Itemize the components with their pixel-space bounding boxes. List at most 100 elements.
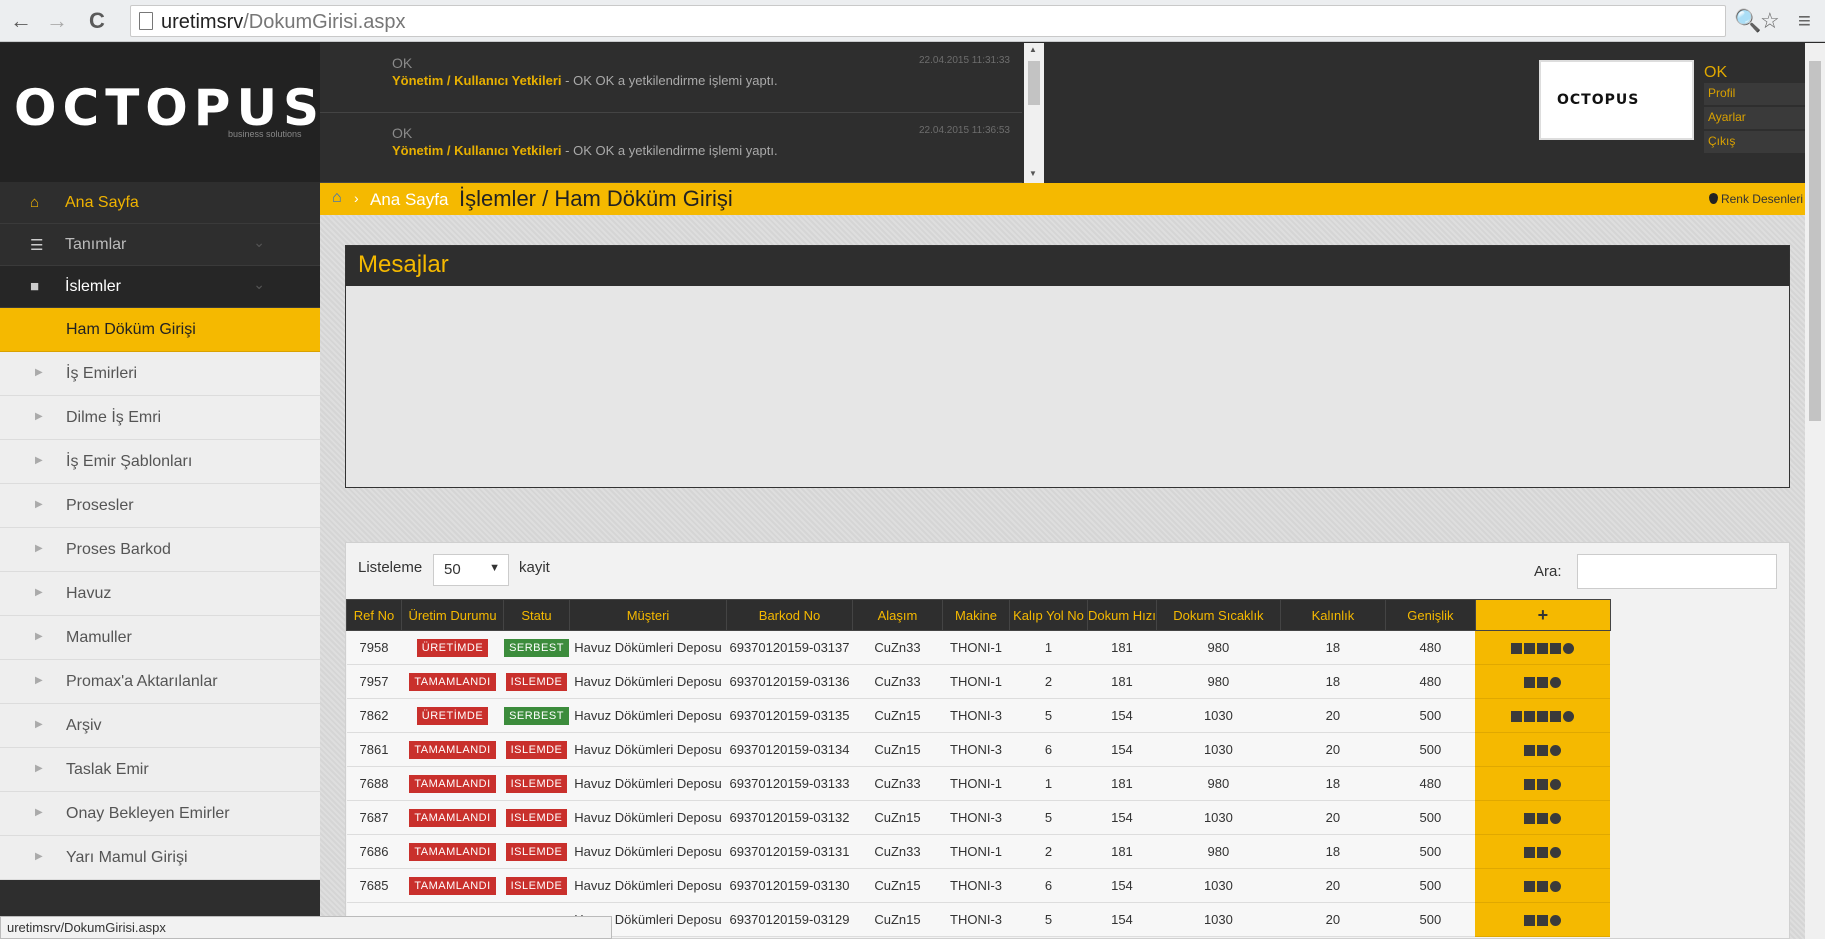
sidebar-subitem[interactable]: ▶ Taslak Emir [0,748,320,792]
trash-icon[interactable] [1537,711,1549,723]
zoom-icon[interactable]: 🔍 [1734,6,1761,36]
detail-icon[interactable] [1524,779,1536,791]
notification-item[interactable]: OK 22.04.2015 11:31:33 Yönetim / Kullanıcı… [320,43,1022,113]
address-bar[interactable]: uretimsrv/DokumGirisi.aspx [130,5,1726,37]
menu-icon[interactable]: ≡ [1798,6,1811,36]
detail-icon[interactable] [1524,677,1536,689]
menu-ayarlar[interactable]: Ayarlar [1704,107,1808,129]
barcode-icon[interactable] [1537,677,1549,689]
sidebar-subitem[interactable]: ▶ Havuz [0,572,320,616]
column-header[interactable]: Üretim Durumu [401,599,504,631]
notification-user: OK [392,125,413,141]
table-row[interactable]: 7957 TAMAMLANDI ISLEMDE Havuz Dökümleri Dep… [346,664,1611,699]
column-header[interactable]: Dokum Sıcaklık [1155,599,1281,631]
trash-icon[interactable] [1537,643,1549,655]
detail-icon[interactable] [1524,745,1536,757]
info-icon[interactable] [1550,745,1562,757]
info-icon[interactable] [1550,779,1562,791]
production-status-badge: ÜRETİMDE [416,706,489,725]
column-header[interactable]: Alaşım [852,599,943,631]
sidebar-subitem-label: Yarı Mamul Girişi [66,849,188,866]
detail-icon[interactable] [1524,847,1536,859]
info-icon[interactable] [1550,881,1562,893]
info-icon[interactable] [1550,677,1562,689]
table-row[interactable]: 7685 TAMAMLANDI ISLEMDE Havuz Dökümleri Dep… [346,868,1611,903]
star-icon[interactable]: ☆ [1760,6,1780,36]
table-row[interactable]: 7862 ÜRETİMDE SERBEST Havuz Dökümleri Depos… [346,698,1611,733]
cell-musteri: Havuz Dökümleri Deposu [569,698,727,733]
add-record-button[interactable]: + [1474,599,1611,631]
sidebar-item-2[interactable]: ■ İslemler ⌄ [0,266,320,308]
notification-item[interactable]: OK 22.04.2015 11:36:53 Yönetim / Kullanıcı… [320,113,1022,183]
barcode-icon[interactable] [1537,745,1549,757]
cell-genislik: 500 [1385,698,1476,733]
sidebar-subitem[interactable]: ▶ Dilme İş Emri [0,396,320,440]
sidebar-subitem[interactable]: ▶ Mamuller [0,616,320,660]
sidebar-subitem[interactable]: ▶ İş Emir Şablonları [0,440,320,484]
column-header[interactable]: Dokum Hızı [1087,599,1157,631]
barcode-icon[interactable] [1537,847,1549,859]
detail-icon[interactable] [1524,915,1536,927]
sidebar-subitem-label: İş Emir Şablonları [66,453,193,470]
detail-icon[interactable] [1511,643,1523,655]
detail-icon[interactable] [1511,711,1523,723]
back-icon[interactable]: ← [8,8,34,34]
sidebar-subitem[interactable]: ▶ Onay Bekleyen Emirler [0,792,320,836]
column-header[interactable]: Ref No [346,599,402,631]
barcode-icon[interactable] [1537,915,1549,927]
table-row[interactable]: 7687 TAMAMLANDI ISLEMDE Havuz Dökümleri Dep… [346,800,1611,835]
column-header[interactable]: Barkod No [726,599,853,631]
table-row[interactable]: 7861 TAMAMLANDI ISLEMDE Havuz Dökümleri Dep… [346,732,1611,767]
sidebar-subitem[interactable]: ▶ Promax'a Aktarılanlar [0,660,320,704]
sidebar-subitem[interactable]: ▶ İş Emirleri [0,352,320,396]
detail-icon[interactable] [1524,881,1536,893]
sidebar-subitem[interactable]: Ham Döküm Girişi [0,308,320,352]
page-scrollbar[interactable] [1805,43,1825,939]
cell-hiz: 181 [1087,664,1157,699]
info-icon[interactable] [1563,711,1575,723]
sidebar-subitem[interactable]: ▶ Arşiv [0,704,320,748]
info-icon[interactable] [1550,915,1562,927]
menu-profil[interactable]: Profil [1704,83,1808,105]
row-actions [1475,630,1611,665]
column-header[interactable]: Kalıp Yol No [1009,599,1088,631]
color-theme-button[interactable]: Renk Desenleri [1708,192,1803,206]
menu-cikis[interactable]: Çıkış [1704,131,1808,153]
user-panel: OCTOPUS OK Profil Ayarlar Çıkış [1044,43,1825,183]
sidebar-item-1[interactable]: ☰ Tanımlar ⌄ [0,224,320,266]
table-row[interactable]: 7686 TAMAMLANDI ISLEMDE Havuz Dökümleri Dep… [346,834,1611,869]
page-length-select[interactable]: 50 ▼ [433,554,509,586]
sidebar-subitem[interactable]: ▶ Prosesler [0,484,320,528]
barcode-icon[interactable] [1550,711,1562,723]
info-icon[interactable] [1550,847,1562,859]
barcode-icon[interactable] [1537,813,1549,825]
forward-icon[interactable]: → [44,8,70,34]
reload-icon[interactable]: C [84,8,110,34]
column-header[interactable]: Müşteri [569,599,727,631]
caret-right-icon: ▶ [35,587,43,598]
barcode-icon[interactable] [1537,779,1549,791]
info-icon[interactable] [1550,813,1562,825]
row-actions [1475,732,1611,767]
edit-icon[interactable] [1524,643,1536,655]
barcode-icon[interactable] [1550,643,1562,655]
sidebar-item-0[interactable]: ⌂ Ana Sayfa [0,182,320,224]
sidebar-subitem[interactable]: ▶ Proses Barkod [0,528,320,572]
breadcrumb-home-link[interactable]: Ana Sayfa [370,190,448,210]
cell-hiz: 154 [1087,800,1157,835]
column-header[interactable]: Makine [942,599,1010,631]
home-icon[interactable]: ⌂ [332,189,342,207]
notification-scrollbar[interactable]: ▲ ▼ [1024,43,1044,183]
edit-icon[interactable] [1524,711,1536,723]
column-header[interactable]: Kalınlık [1279,599,1386,631]
table-row[interactable]: 7958 ÜRETİMDE SERBEST Havuz Dökümleri Depos… [346,630,1611,665]
detail-icon[interactable] [1524,813,1536,825]
info-icon[interactable] [1563,643,1575,655]
search-input[interactable] [1577,554,1777,589]
brand-logo[interactable]: OCTOPUS business solutions [0,43,320,182]
column-header[interactable]: Genişlik [1384,599,1476,631]
table-row[interactable]: 7688 TAMAMLANDI ISLEMDE Havuz Dökümleri Dep… [346,766,1611,801]
sidebar-subitem[interactable]: ▶ Yarı Mamul Girişi [0,836,320,880]
barcode-icon[interactable] [1537,881,1549,893]
column-header[interactable]: Statu [503,599,570,631]
